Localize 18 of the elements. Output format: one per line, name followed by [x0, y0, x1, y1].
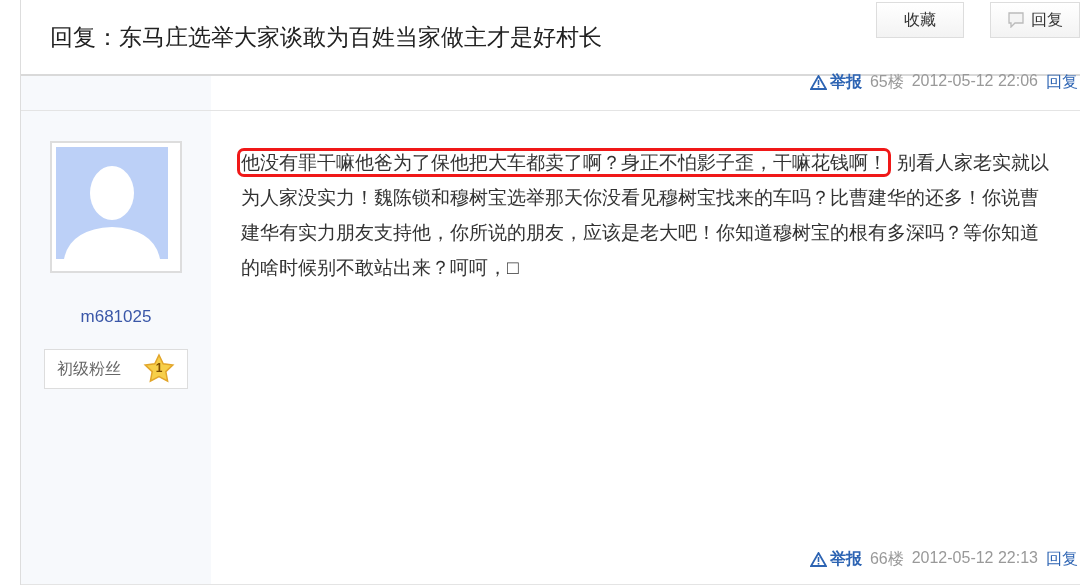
thread-title: 回复：东马庄选举大家谈敢为百姓当家做主才是好村长	[50, 22, 603, 52]
username[interactable]: m681025	[80, 307, 152, 327]
level-star-icon: 1	[143, 353, 175, 385]
rank-label: 初级粉丝	[57, 358, 121, 379]
reply-link[interactable]: 回复	[1046, 72, 1078, 93]
warning-icon	[809, 552, 827, 567]
post-text: 他没有罪干嘛他爸为了保他把大车都卖了啊？身正不怕影子歪，干嘛花钱啊！ 别看人家老实就以为人家没实力！魏陈锁和穆树宝选举那天你没看见穆树宝找来的车吗？比曹建华的还多！你说曹建华有实力朋友支持他，你所说的朋友，应该是老大吧！你知道穆树宝的根有多深吗？等你知道的啥时候别不敢站出来？呵呵，□	[233, 139, 1061, 291]
reply-link[interactable]: 回复	[1046, 549, 1078, 570]
favorite-button[interactable]: 收藏	[876, 2, 964, 38]
report-link[interactable]: 举报	[809, 72, 862, 93]
floor-number: 65楼	[869, 72, 904, 92]
floor-number: 66楼	[869, 549, 904, 569]
post-time: 2012-05-12 22:06	[911, 72, 1038, 90]
post-time: 2012-05-12 22:13	[911, 549, 1038, 568]
reply-button[interactable]: 回复	[990, 2, 1080, 38]
chat-bubble-icon	[1007, 12, 1025, 28]
warning-icon	[809, 75, 827, 90]
report-link[interactable]: 举报	[809, 549, 862, 570]
